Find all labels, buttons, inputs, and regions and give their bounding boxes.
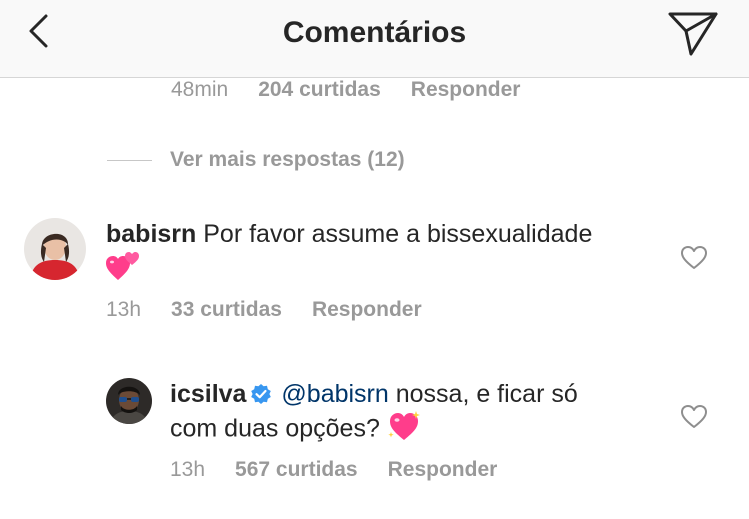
comment-babisrn: babisrn Por favor assume a bissexualidad… [106,218,666,290]
reply-button[interactable]: Responder [312,298,422,321]
avatar-photo [106,378,152,424]
sparkling-heart-icon [387,410,421,450]
reply-button[interactable]: Responder [411,78,521,101]
comment-babisrn-meta: 13h 33 curtidas Responder [106,298,422,322]
reply-button[interactable]: Responder [388,458,498,481]
divider-line [107,159,152,161]
nav-header: Comentários [0,0,749,78]
heart-outline-icon [681,246,707,269]
comment-likes[interactable]: 33 curtidas [171,298,282,321]
mention-link[interactable]: @babisrn [281,380,388,408]
previous-comment-meta: 48min 204 curtidas Responder [171,78,520,102]
avatar-icsilva[interactable] [106,378,152,424]
verified-badge-icon [250,381,272,404]
heart-outline-icon [681,405,707,428]
avatar-photo [24,218,86,280]
comment-icsilva-meta: 13h 567 curtidas Responder [170,458,497,482]
page-title: Comentários [282,16,467,49]
like-button[interactable] [680,245,708,271]
comment-body-line2: com duas opções? [170,414,387,443]
view-more-replies[interactable]: Ver mais respostas (12) [107,147,405,173]
comment-likes[interactable]: 567 curtidas [235,458,358,481]
comment-time: 13h [170,458,206,481]
direct-send-button[interactable] [666,10,720,58]
paper-plane-icon [668,12,718,56]
comment-username[interactable]: icsilva [170,380,246,408]
avatar-babisrn[interactable] [24,218,86,280]
like-button[interactable] [680,404,708,430]
comment-body: Por favor assume a bissexualidade [203,220,593,248]
view-more-replies-label: Ver mais respostas (12) [170,148,405,171]
comment-username[interactable]: babisrn [106,220,196,248]
comment-icsilva: icsilva @babisrn nossa, e ficar só com d… [170,378,650,450]
two-hearts-icon [106,250,140,290]
comment-time: 48min [171,78,229,101]
comment-likes[interactable]: 204 curtidas [258,78,381,101]
comment-time: 13h [106,298,142,321]
comment-body-line1: nossa, e ficar só [388,380,578,408]
